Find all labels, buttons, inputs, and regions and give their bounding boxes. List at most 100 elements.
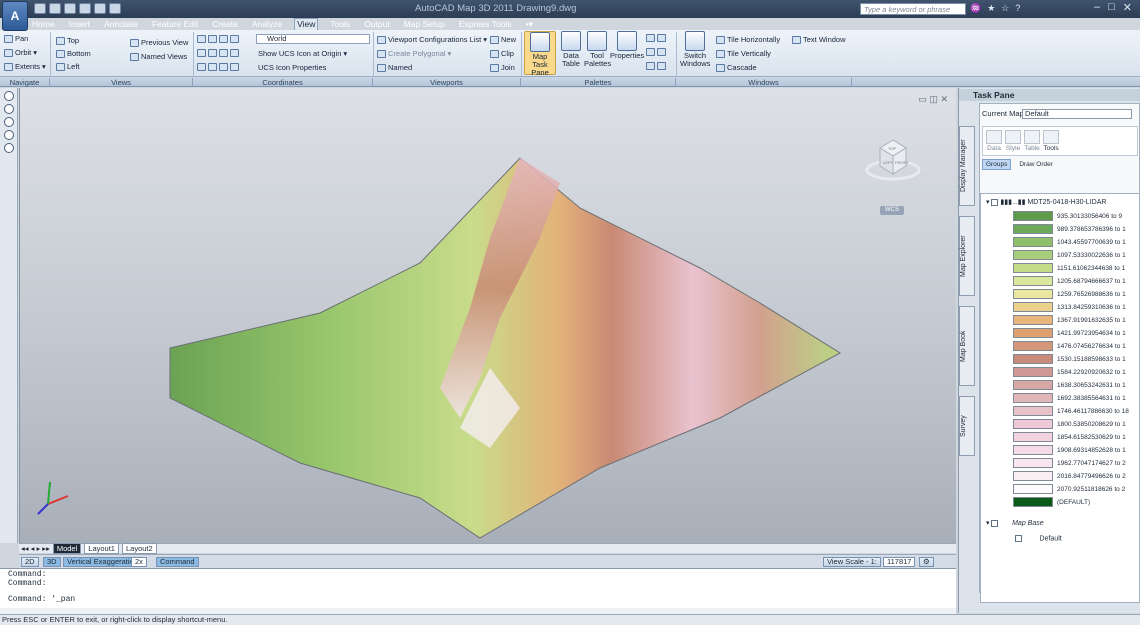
- status-tray-icon[interactable]: ⚙: [919, 557, 934, 567]
- legend-row[interactable]: 2070.92511818626 to 2: [1013, 484, 1125, 494]
- help-icon[interactable]: ?: [1015, 3, 1020, 14]
- ucs-icon[interactable]: [197, 63, 206, 71]
- map-task-pane-button[interactable]: Map Task Pane: [524, 31, 556, 77]
- ucs-icon[interactable]: [208, 49, 217, 57]
- view-top-button[interactable]: Top: [56, 36, 79, 45]
- legend-row[interactable]: 1476.07456276634 to 1: [1013, 341, 1126, 351]
- ucs-world-select[interactable]: World: [256, 34, 370, 44]
- view-scale-input[interactable]: 117817: [883, 557, 916, 567]
- ucs-icon[interactable]: [230, 63, 239, 71]
- command-button[interactable]: Command: [156, 557, 199, 567]
- tab-survey[interactable]: Survey: [959, 396, 975, 456]
- pan-icon[interactable]: [3, 91, 14, 101]
- map-base-row[interactable]: ▾ Map Base: [986, 519, 1044, 527]
- tab-map-book[interactable]: Map Book: [959, 306, 975, 386]
- data-tool[interactable]: Data: [986, 130, 1002, 152]
- tab-map-explorer[interactable]: Map Explorer: [959, 216, 975, 296]
- legend-row[interactable]: 1097.53330022636 to 1: [1013, 250, 1126, 260]
- tab-layout2[interactable]: Layout2: [121, 543, 157, 554]
- legend-row[interactable]: 1259.76526988636 to 1: [1013, 289, 1126, 299]
- viewport-config-button[interactable]: Viewport Configurations List ▾: [377, 35, 487, 44]
- map-base-default-row[interactable]: Default: [1015, 535, 1062, 542]
- tile-vertically-button[interactable]: Tile Vertically: [716, 49, 771, 58]
- minimize-icon[interactable]: –: [1094, 1, 1100, 14]
- layer-list[interactable]: ▾ ▮▮▮...▮▮ MDT25-0418-H30-LIDAR 935.3013…: [980, 193, 1140, 603]
- legend-row[interactable]: 2016.84779496626 to 2: [1013, 471, 1126, 481]
- command-prompt[interactable]: Command: '_pan: [8, 595, 948, 605]
- default-layer-checkbox[interactable]: [1015, 535, 1022, 542]
- named-viewports-button[interactable]: Named: [377, 63, 412, 72]
- command-line[interactable]: Command: Command: Command: '_pan: [0, 568, 956, 608]
- show-ucs-button[interactable]: Show UCS Icon at Origin ▾: [258, 49, 347, 58]
- table-tool[interactable]: Table: [1024, 130, 1040, 152]
- draw-order-button[interactable]: Draw Order: [1019, 161, 1053, 168]
- view-left-button[interactable]: Left: [56, 62, 80, 71]
- tab-home[interactable]: Home: [30, 18, 57, 30]
- legend-row[interactable]: 1800.53850208629 to 1: [1013, 419, 1126, 429]
- clip-button[interactable]: Clip: [490, 49, 514, 58]
- print-icon[interactable]: [109, 3, 121, 14]
- layer-visibility-checkbox[interactable]: [991, 198, 999, 206]
- star-icon[interactable]: ☆: [1001, 3, 1009, 14]
- join-button[interactable]: Join: [490, 63, 515, 72]
- extents-button[interactable]: Extents ▾: [4, 62, 46, 71]
- legend-row[interactable]: 1908.69314852628 to 1: [1013, 445, 1126, 455]
- legend-row[interactable]: 1584.22920920632 to 1: [1013, 367, 1126, 377]
- current-map-select[interactable]: Default: [1022, 109, 1132, 119]
- ucs-icon[interactable]: [208, 63, 217, 71]
- tab-create[interactable]: Create: [210, 18, 240, 30]
- maximize-icon[interactable]: □: [1108, 1, 1115, 14]
- data-table-button[interactable]: Data Table: [558, 31, 584, 68]
- layer-icon[interactable]: [646, 62, 655, 70]
- ucs-icon[interactable]: [230, 35, 239, 43]
- tab-insert[interactable]: Insert: [67, 18, 92, 30]
- tab-model[interactable]: Model: [52, 543, 82, 554]
- legend-row[interactable]: 1638.30653242631 to 1: [1013, 380, 1126, 390]
- previous-view-button[interactable]: Previous View: [130, 38, 188, 47]
- design-center-icon[interactable]: [646, 48, 655, 56]
- tab-express-tools[interactable]: Express Tools: [457, 18, 514, 30]
- wcs-button[interactable]: WCS: [880, 206, 904, 215]
- redo-icon[interactable]: [94, 3, 106, 14]
- tool-palettes-button[interactable]: Tool Palettes: [584, 31, 611, 68]
- tab-annotate[interactable]: Annotate: [102, 18, 140, 30]
- legend-row[interactable]: 989.378653786396 to 1: [1013, 224, 1126, 234]
- ucs-properties-button[interactable]: UCS Icon Properties: [258, 63, 326, 72]
- orbit-icon[interactable]: [3, 117, 14, 127]
- viewcube[interactable]: TOP LEFT FRONT: [864, 128, 922, 186]
- ucs-icon[interactable]: [219, 63, 228, 71]
- orbit-button[interactable]: Orbit ▾: [4, 48, 37, 57]
- properties-button[interactable]: Properties: [610, 31, 644, 60]
- legend-row[interactable]: 1151.61062344638 to 1: [1013, 263, 1125, 273]
- new-icon[interactable]: [34, 3, 46, 14]
- application-menu-button[interactable]: A: [2, 1, 28, 31]
- binoculars-icon[interactable]: ♒: [970, 3, 981, 14]
- legend-row[interactable]: 1205.68794666637 to 1: [1013, 276, 1126, 286]
- undo-icon[interactable]: [79, 3, 91, 14]
- ucs-icon[interactable]: [230, 49, 239, 57]
- dbconnect-icon[interactable]: [657, 62, 666, 70]
- calculator-icon[interactable]: [657, 48, 666, 56]
- tab-analyze[interactable]: Analyze: [250, 18, 284, 30]
- ucs-icon[interactable]: [197, 49, 206, 57]
- ucs-icon[interactable]: [208, 35, 217, 43]
- style-tool[interactable]: Style: [1005, 130, 1021, 152]
- steering-wheel-icon[interactable]: [3, 130, 14, 140]
- ucs-icon[interactable]: [197, 35, 206, 43]
- legend-row[interactable]: 1962.77047174627 to 2: [1013, 458, 1126, 468]
- tab-display-manager[interactable]: Display Manager: [959, 126, 975, 206]
- legend-row[interactable]: 935.30133056406 to 9: [1013, 211, 1122, 221]
- view-bottom-button[interactable]: Bottom: [56, 49, 91, 58]
- legend-row[interactable]: 1854.61582530629 to 1: [1013, 432, 1126, 442]
- sheet-set-icon[interactable]: [646, 34, 655, 42]
- pan-button[interactable]: Pan: [4, 34, 28, 43]
- 2d-button[interactable]: 2D: [21, 557, 39, 567]
- search-input[interactable]: Type a keyword or phrase: [860, 3, 966, 15]
- close-icon[interactable]: ✕: [1123, 1, 1132, 14]
- tab-feature-edit[interactable]: Feature Edit: [150, 18, 200, 30]
- vertical-exaggeration-select[interactable]: 2x: [131, 557, 147, 567]
- tab-map-setup[interactable]: Map Setup: [402, 18, 447, 30]
- 3d-button[interactable]: 3D: [43, 557, 61, 567]
- tools-tool[interactable]: Tools: [1043, 130, 1059, 152]
- cascade-button[interactable]: Cascade: [716, 63, 757, 72]
